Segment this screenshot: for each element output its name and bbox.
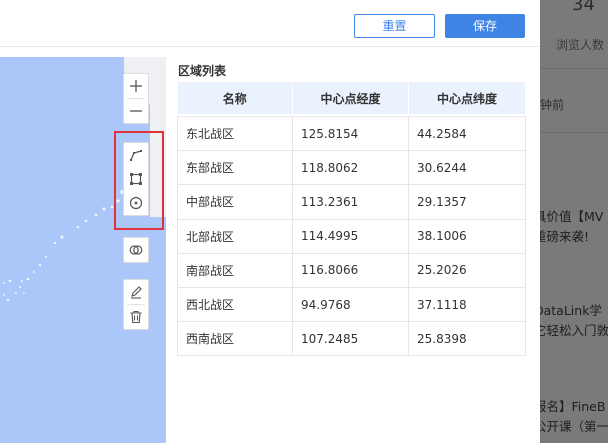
center-longitude: 113.2361 — [292, 184, 409, 220]
news-line: DataLink学 — [540, 303, 602, 318]
news-line: 公开课（第一 — [540, 419, 608, 434]
column-header: 中心点经度 — [292, 82, 409, 114]
region-table: 名称 中心点经度 中心点纬度 东北战区 125.8154 44.2584 东部战… — [177, 82, 526, 357]
column-header: 中心点纬度 — [408, 82, 526, 114]
center-latitude: 30.6244 — [408, 150, 526, 186]
trash-icon — [130, 310, 142, 324]
divider — [540, 132, 608, 133]
region-name: 西北战区 — [177, 286, 293, 323]
center-latitude: 25.8398 — [408, 321, 526, 357]
reset-button[interactable]: 重置 — [354, 14, 435, 38]
table-row[interactable]: 北部战区 114.4995 38.1006 — [177, 218, 526, 254]
center-latitude: 29.1357 — [408, 184, 526, 220]
table-row[interactable]: 中部战区 113.2361 29.1357 — [177, 184, 526, 220]
zoom-controls — [123, 73, 149, 124]
center-longitude: 107.2485 — [292, 321, 409, 357]
edit-tools — [123, 279, 149, 330]
zoom-out-icon — [130, 110, 142, 112]
pencil-icon — [131, 286, 142, 299]
edit-button[interactable] — [124, 280, 148, 304]
region-list-title: 区域列表 — [178, 64, 227, 78]
region-name: 东部战区 — [177, 150, 293, 186]
viewer-count: 34 — [572, 0, 595, 15]
delete-button[interactable] — [124, 305, 148, 329]
news-line: 它轻松入门敦 — [540, 323, 608, 338]
zoom-in-button[interactable] — [124, 74, 148, 98]
region-name: 南部战区 — [177, 252, 293, 288]
highlight-box — [114, 131, 164, 230]
table-row[interactable]: 南部战区 116.8066 25.2026 — [177, 252, 526, 288]
divider — [540, 68, 608, 69]
time-ago: 钟前 — [540, 98, 565, 112]
zoom-out-button[interactable] — [124, 99, 148, 123]
table-row[interactable]: 东北战区 125.8154 44.2584 — [177, 115, 526, 152]
table-row[interactable]: 西南战区 107.2485 25.8398 — [177, 321, 526, 357]
center-longitude: 125.8154 — [292, 115, 409, 152]
center-latitude: 25.2026 — [408, 252, 526, 288]
table-header-row: 名称 中心点经度 中心点纬度 — [177, 82, 526, 114]
zoom-in-icon — [130, 80, 142, 92]
merge-tool — [123, 237, 149, 263]
merge-button[interactable] — [124, 238, 148, 262]
center-longitude: 94.9768 — [292, 286, 409, 323]
news-line: 具价值【MV — [540, 209, 604, 224]
center-longitude: 118.8062 — [292, 150, 409, 186]
center-longitude: 114.4995 — [292, 218, 409, 254]
center-latitude: 37.1118 — [408, 286, 526, 323]
viewer-label: 浏览人数 — [556, 38, 605, 52]
region-name: 西南战区 — [177, 321, 293, 357]
region-name: 东北战区 — [177, 115, 293, 152]
dialog-toolbar: 重置 保存 — [0, 0, 540, 47]
center-longitude: 116.8066 — [292, 252, 409, 288]
region-name: 中部战区 — [177, 184, 293, 220]
news-line: 重磅来袭! — [540, 229, 590, 244]
save-button[interactable]: 保存 — [445, 14, 525, 38]
news-line: 报名】FineB — [540, 399, 606, 414]
merge-circles-icon — [129, 245, 143, 255]
center-latitude: 38.1006 — [408, 218, 526, 254]
table-row[interactable]: 西北战区 94.9768 37.1118 — [177, 286, 526, 323]
center-latitude: 44.2584 — [408, 115, 526, 152]
table-row[interactable]: 东部战区 118.8062 30.6244 — [177, 150, 526, 186]
background-page: 34 浏览人数 钟前 具价值【MV 重磅来袭! DataLink学 它轻松入门敦… — [540, 0, 608, 443]
column-header: 名称 — [177, 82, 293, 114]
region-editor-dialog: 重置 保存 区域列表 名称 中心点经度 中心点纬度 东北战区 125.8154 … — [0, 0, 540, 443]
region-name: 北部战区 — [177, 218, 293, 254]
